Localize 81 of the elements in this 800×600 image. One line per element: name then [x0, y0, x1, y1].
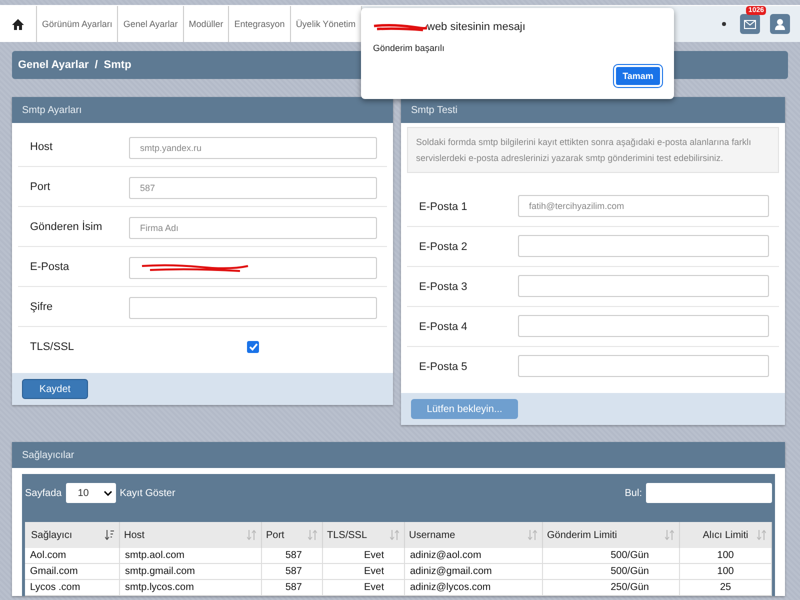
input-field[interactable] [129, 257, 377, 279]
status-dot [722, 22, 726, 26]
field-label: Şifre [29, 300, 54, 313]
field-label: Host [29, 140, 54, 153]
check-icon [248, 343, 258, 351]
panel-title: Smtp Testi [401, 97, 785, 123]
user-button[interactable] [770, 14, 790, 34]
input-field[interactable]: 587 [129, 177, 377, 199]
table-cell: Gmail.com [25, 564, 120, 580]
table-cell: 250/Gün [542, 580, 680, 596]
table-cell: smtp.aol.com [120, 548, 262, 564]
chevron-icon [104, 490, 112, 496]
table-cell: Evet [322, 564, 404, 580]
panel-title: Sağlayıcılar [12, 442, 785, 468]
nav-tab[interactable]: Üyelik Yönetim [290, 6, 362, 42]
field-label: E-Posta 1 [418, 200, 468, 213]
envelope-icon [744, 20, 756, 28]
table-cell: adiniz@aol.com [404, 548, 542, 564]
table-cell: Lycos .com [25, 580, 120, 596]
page-size-select[interactable]: 10 [66, 483, 116, 503]
nav-tab[interactable]: Görünüm Ayarları [37, 6, 118, 42]
table-cell: 100 [680, 564, 772, 580]
table-cell: adiniz@gmail.com [404, 564, 542, 580]
field-label: E-Posta [29, 260, 70, 273]
field-label: Port [29, 180, 52, 193]
home-icon [12, 18, 24, 30]
input-field[interactable] [518, 275, 769, 297]
search-field[interactable] [646, 483, 772, 503]
column-header[interactable]: Gönderim Limiti [542, 522, 680, 548]
ok-button[interactable]: Tamam [614, 65, 662, 87]
dialog-message: Gönderim başarılı [373, 43, 446, 53]
checkbox[interactable] [247, 341, 259, 353]
nav-tab[interactable]: Entegrasyon [229, 6, 291, 42]
input-field[interactable] [129, 297, 377, 319]
table-cell: 587 [262, 580, 322, 596]
dialog-title: web sitesinin mesajı [427, 21, 526, 33]
table-cell: Evet [322, 580, 404, 596]
table-cell: adiniz@lycos.com [404, 580, 542, 596]
table-cell: 500/Gün [542, 564, 680, 580]
field-label: Gönderen İsim [29, 220, 104, 233]
column-header[interactable]: Username [404, 522, 542, 548]
field-label: TLS/SSL [29, 340, 76, 353]
user-icon [775, 18, 785, 30]
table-cell: smtp.gmail.com [120, 564, 262, 580]
input-field[interactable] [518, 235, 769, 257]
field-label: E-Posta 3 [418, 280, 468, 293]
nav-tab[interactable]: Modüller [184, 6, 230, 42]
page-size-suffix: Kayıt Göster [120, 488, 176, 498]
search-label: Bul: [624, 488, 642, 498]
input-field[interactable] [518, 355, 769, 377]
column-header[interactable]: Sağlayıcı [25, 522, 120, 548]
breadcrumb-separator: / [94, 59, 98, 71]
redaction-scribble [373, 22, 427, 32]
table-cell: Evet [322, 548, 404, 564]
table-cell: 100 [680, 548, 772, 564]
field-label: E-Posta 5 [418, 360, 468, 373]
table-cell: 500/Gün [542, 548, 680, 564]
table-cell: smtp.lycos.com [120, 580, 262, 596]
page-size-label: Sayfada [25, 488, 62, 498]
field-label: E-Posta 4 [418, 320, 468, 333]
input-field[interactable]: smtp.yandex.ru [129, 137, 377, 159]
home-tab[interactable] [0, 6, 37, 42]
column-header[interactable]: Port [262, 522, 322, 548]
input-field[interactable] [518, 315, 769, 337]
save-button[interactable]: Kaydet [22, 379, 88, 399]
breadcrumb-item[interactable]: Genel Ayarlar [18, 59, 89, 71]
column-header[interactable]: TLS/SSL [322, 522, 404, 548]
column-header[interactable]: Alıcı Limiti [680, 522, 772, 548]
table-cell: 25 [680, 580, 772, 596]
field-label: E-Posta 2 [418, 240, 468, 253]
nav-tab[interactable]: Genel Ayarlar [118, 6, 184, 42]
mail-button[interactable] [740, 14, 760, 34]
table-cell: Aol.com [25, 548, 120, 564]
table-cell: 587 [262, 564, 322, 580]
input-field[interactable]: fatih@tercihyazilim.com [518, 195, 769, 217]
panel-title: Smtp Ayarları [12, 97, 393, 123]
breadcrumb-item: Smtp [104, 59, 132, 71]
column-header[interactable]: Host [120, 522, 262, 548]
table-cell: 587 [262, 548, 322, 564]
input-field[interactable]: Firma Adı [129, 217, 377, 239]
info-text: Soldaki formda smtp bilgilerini kayıt ettikten sonra aşağıdaki e-posta alanlarına farklı servislerdeki e-posta adreslerinizi yazarak smtp gönderimini test edebilirsiniz. [407, 127, 779, 173]
